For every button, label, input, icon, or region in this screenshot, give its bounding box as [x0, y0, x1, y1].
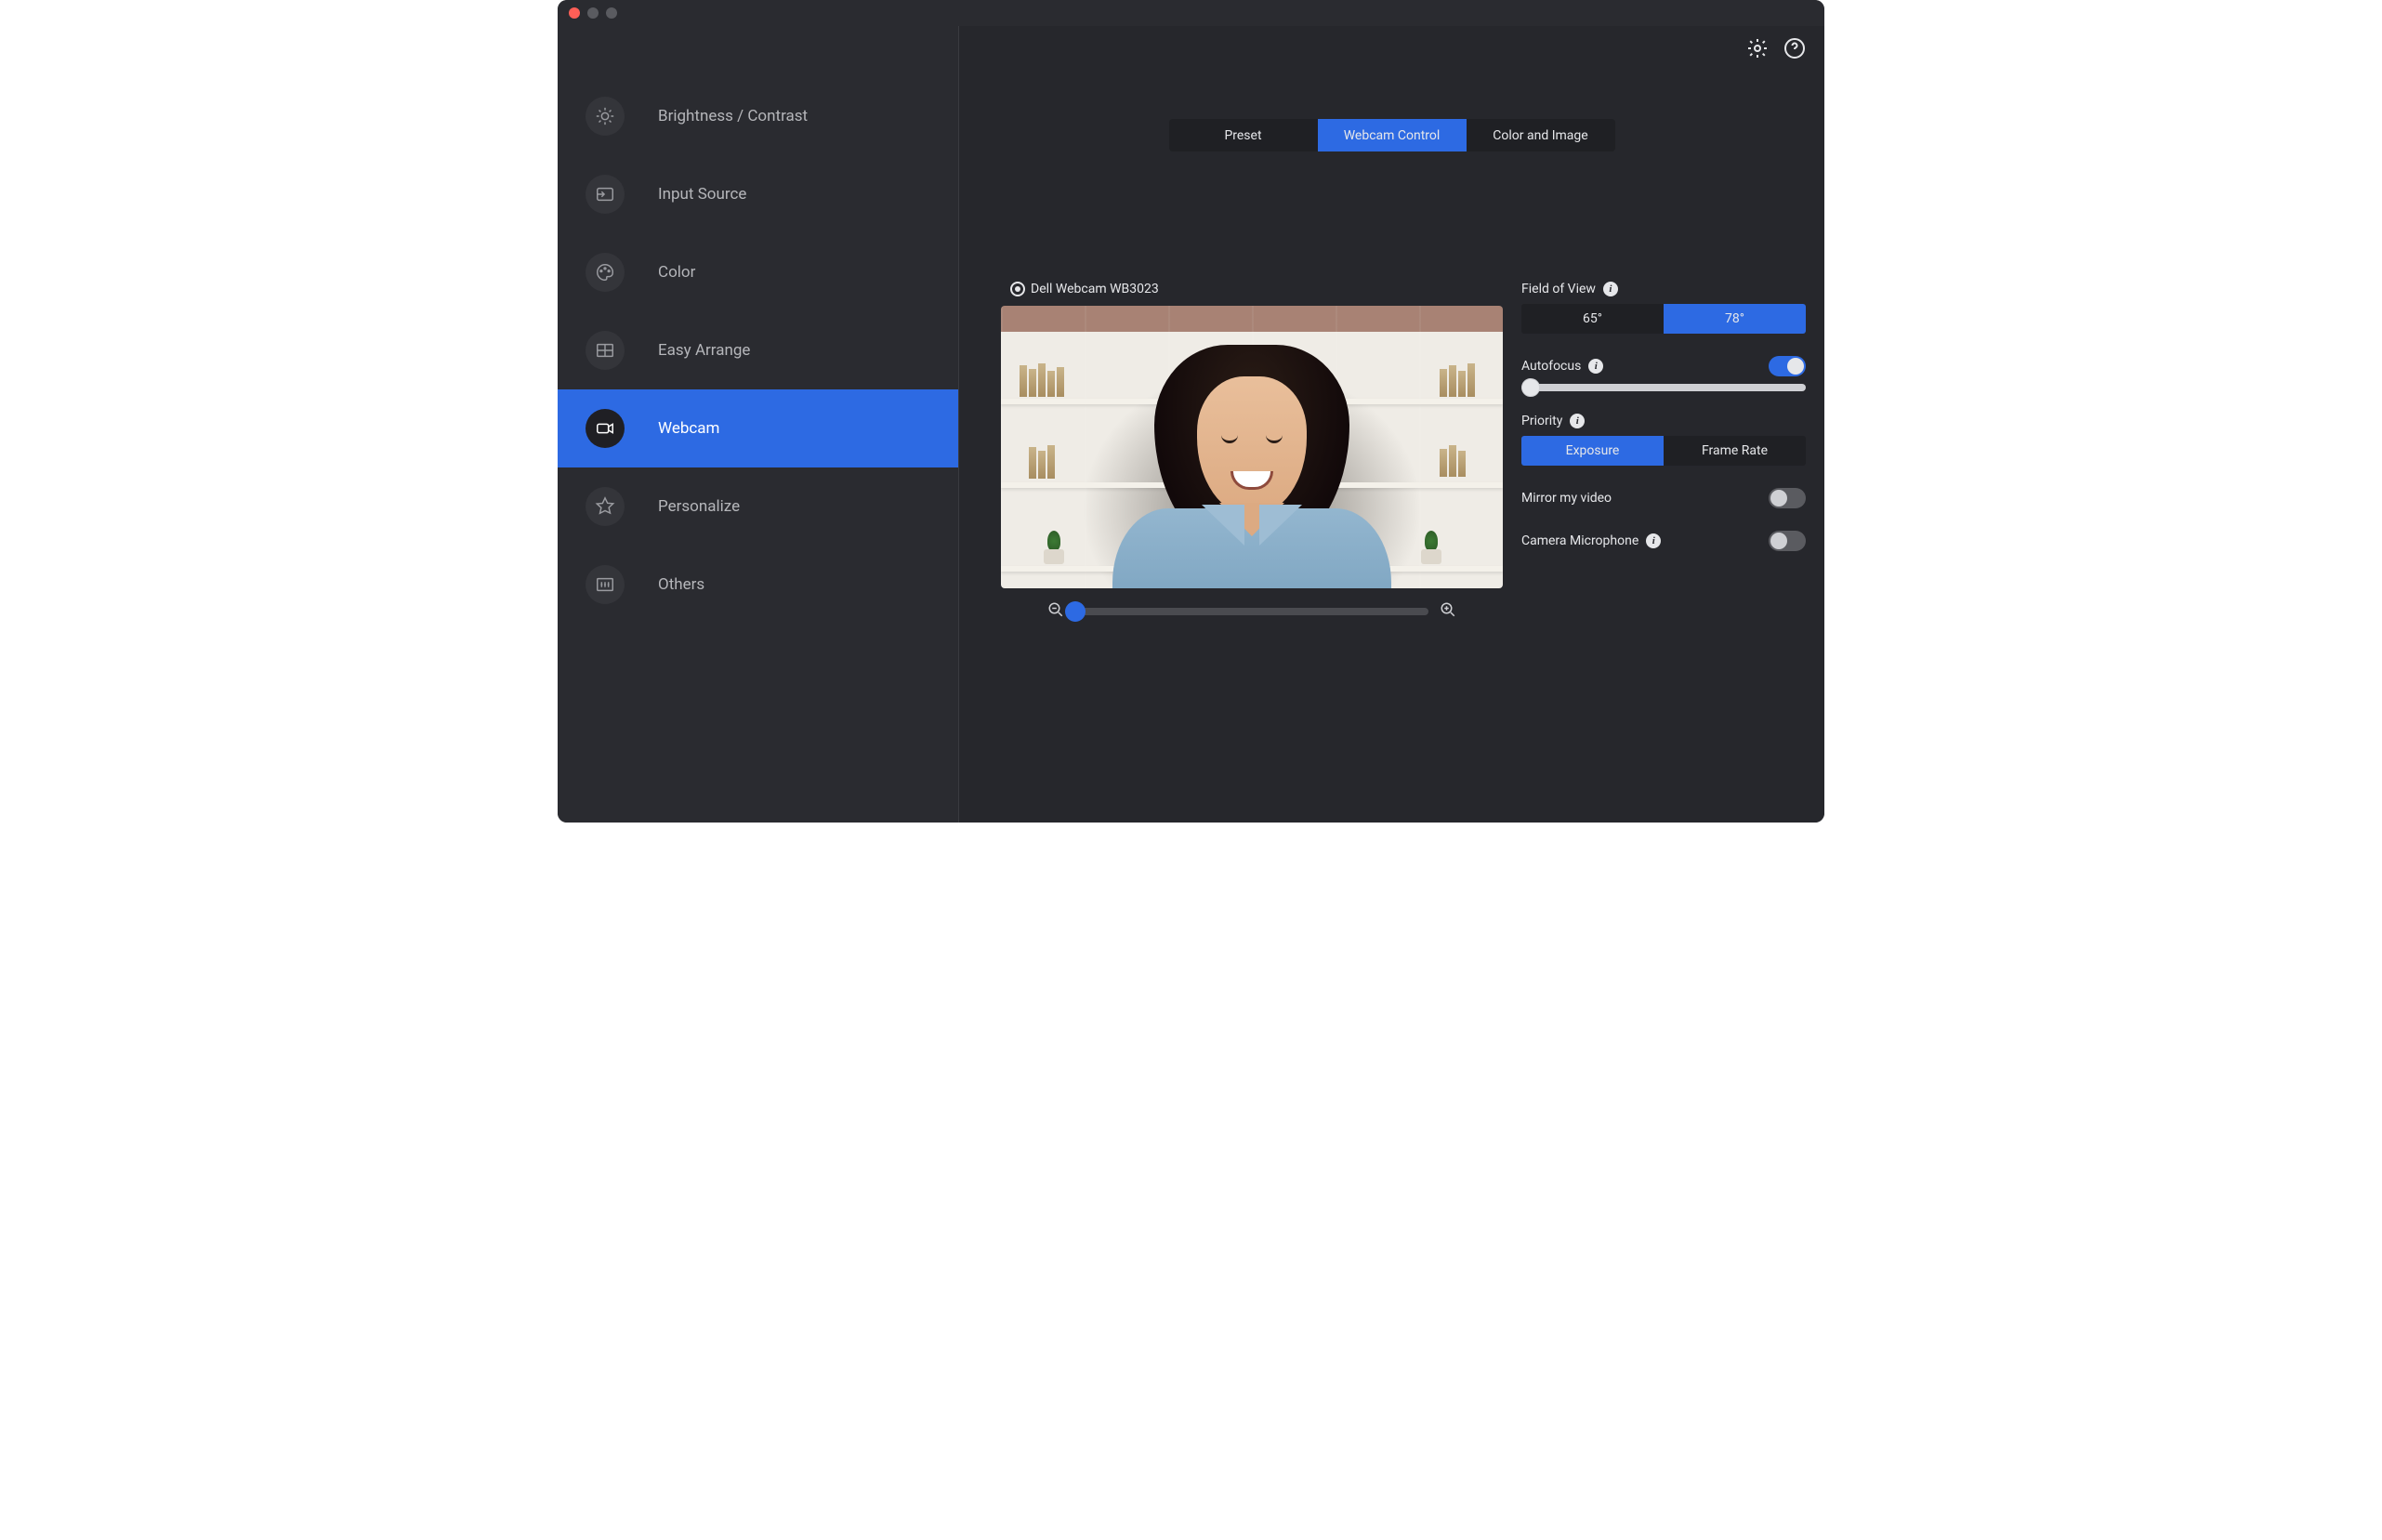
window-close-button[interactable] [569, 7, 580, 19]
info-icon[interactable]: i [1646, 533, 1661, 548]
zoom-in-icon [1440, 601, 1456, 618]
sidebar-item-others[interactable]: Others [558, 546, 958, 624]
record-icon [1010, 282, 1025, 296]
sidebar-item-label: Personalize [658, 497, 740, 516]
others-icon [586, 565, 625, 604]
camera-mic-toggle[interactable] [1769, 531, 1806, 551]
mirror-label: Mirror my video [1521, 491, 1612, 506]
fov-option-65[interactable]: 65° [1521, 304, 1664, 334]
personalize-icon [586, 487, 625, 526]
info-icon[interactable]: i [1570, 414, 1585, 428]
camera-mic-label: Camera Microphone [1521, 533, 1638, 548]
sidebar-item-color[interactable]: Color [558, 233, 958, 311]
sidebar-item-label: Brightness / Contrast [658, 107, 808, 125]
autofocus-label: Autofocus [1521, 359, 1581, 374]
gear-icon [1746, 37, 1769, 59]
app-window: Brightness / Contrast Input Source Color… [558, 0, 1824, 823]
priority-label: Priority [1521, 414, 1562, 428]
tab-webcam-control[interactable]: Webcam Control [1318, 119, 1467, 151]
camera-name: Dell Webcam WB3023 [1031, 282, 1159, 296]
main-panel: Preset Webcam Control Color and Image De… [959, 26, 1824, 823]
fov-segmented-control: 65° 78° [1521, 304, 1806, 334]
window-minimize-button[interactable] [587, 7, 599, 19]
priority-segmented-control: Exposure Frame Rate [1521, 436, 1806, 466]
easy-arrange-icon [586, 331, 625, 370]
input-source-icon [586, 175, 625, 214]
brightness-icon [586, 97, 625, 136]
sidebar-item-label: Others [658, 575, 704, 594]
priority-option-exposure[interactable]: Exposure [1521, 436, 1664, 466]
info-icon[interactable]: i [1603, 282, 1618, 296]
camera-label: Dell Webcam WB3023 [1010, 282, 1503, 296]
autofocus-toggle[interactable] [1769, 356, 1806, 376]
sidebar-item-label: Input Source [658, 185, 746, 204]
sidebar-item-input-source[interactable]: Input Source [558, 155, 958, 233]
sidebar-item-easy-arrange[interactable]: Easy Arrange [558, 311, 958, 389]
webcam-icon [586, 409, 625, 448]
sidebar: Brightness / Contrast Input Source Color… [558, 26, 959, 823]
zoom-out-button[interactable] [1047, 601, 1064, 622]
fov-option-78[interactable]: 78° [1664, 304, 1806, 334]
tab-color-and-image[interactable]: Color and Image [1467, 119, 1615, 151]
zoom-in-button[interactable] [1440, 601, 1456, 622]
webcam-preview [1001, 306, 1503, 588]
fov-label: Field of View [1521, 282, 1596, 296]
info-icon[interactable]: i [1588, 359, 1603, 374]
help-icon [1783, 37, 1806, 59]
sidebar-item-label: Easy Arrange [658, 341, 750, 360]
color-icon [586, 253, 625, 292]
sidebar-item-webcam[interactable]: Webcam [558, 389, 958, 467]
sidebar-item-label: Webcam [658, 419, 719, 438]
mirror-toggle[interactable] [1769, 488, 1806, 508]
autofocus-slider[interactable] [1521, 384, 1806, 391]
zoom-slider[interactable] [1075, 608, 1428, 615]
titlebar [558, 0, 1824, 26]
settings-button[interactable] [1744, 35, 1770, 61]
tabs: Preset Webcam Control Color and Image [1169, 119, 1615, 151]
sidebar-item-label: Color [658, 263, 695, 282]
zoom-out-icon [1047, 601, 1064, 618]
sidebar-item-personalize[interactable]: Personalize [558, 467, 958, 546]
priority-option-framerate[interactable]: Frame Rate [1664, 436, 1806, 466]
window-maximize-button[interactable] [606, 7, 617, 19]
sidebar-item-brightness-contrast[interactable]: Brightness / Contrast [558, 77, 958, 155]
autofocus-slider-thumb[interactable] [1521, 378, 1540, 397]
zoom-slider-thumb[interactable] [1065, 601, 1086, 622]
tab-preset[interactable]: Preset [1169, 119, 1318, 151]
help-button[interactable] [1782, 35, 1808, 61]
